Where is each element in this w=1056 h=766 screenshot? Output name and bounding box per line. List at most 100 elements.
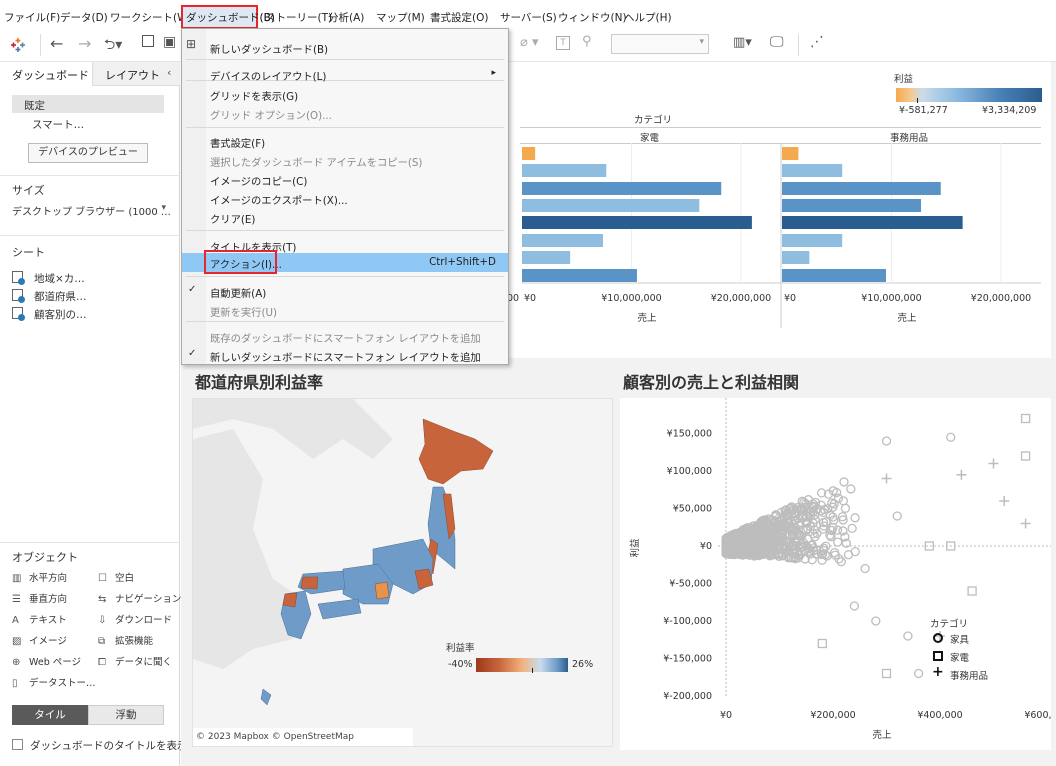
device-smartphone-item[interactable]: スマート… xyxy=(32,117,84,132)
fit-dropdown[interactable]: ▾ xyxy=(611,34,709,54)
object-label: Web ページ xyxy=(26,657,82,668)
scatter-point xyxy=(847,523,857,534)
object-icon: ▨ xyxy=(12,636,22,647)
object-item[interactable]: ⧠ データに聞く xyxy=(98,654,172,668)
sheet-item[interactable]: 顧客別の… xyxy=(12,307,162,323)
check-badge-icon xyxy=(18,278,25,285)
presentation-icon[interactable]: 🖵 xyxy=(770,34,784,50)
share-icon[interactable]: ⋰ xyxy=(810,34,824,50)
object-item[interactable]: ⧉ 拡張機能 xyxy=(98,633,153,647)
menu-item-label: 書式設定(F) xyxy=(210,138,266,150)
scatter-point xyxy=(871,616,881,626)
show-me-icon[interactable]: ▥▾ xyxy=(733,35,752,50)
tab-dashboard[interactable]: ダッシュボード xyxy=(0,62,92,86)
profit-legend-max: ¥3,334,209 xyxy=(982,105,1037,116)
tableau-logo-icon[interactable] xyxy=(10,37,26,53)
device-preview-button[interactable]: デバイスのプレビュー xyxy=(28,143,148,163)
object-item[interactable]: ⇆ ナビゲーション xyxy=(98,591,181,605)
menu-help[interactable]: ヘルプ(H) xyxy=(624,10,672,25)
legend-office: 事務用品 xyxy=(950,671,989,682)
save-icon[interactable] xyxy=(142,35,154,47)
show-title-checkbox[interactable]: ダッシュボードのタイトルを表示 xyxy=(12,737,188,753)
tab-dashboard-label: ダッシュボード xyxy=(12,69,89,82)
scatter-legend-item[interactable]: + 事務用品 xyxy=(932,664,1012,682)
y-tick-label: ¥-100,000 xyxy=(663,616,712,627)
menu-item[interactable]: デバイスのレイアウト(L) ▸ xyxy=(182,65,508,84)
x-tick-label: ¥0 xyxy=(784,293,796,304)
x-tick-label: ¥0 xyxy=(524,293,536,304)
object-item[interactable]: ▥ 水平方向 xyxy=(12,570,67,584)
add-datasource-icon[interactable]: ▣ xyxy=(163,34,176,50)
object-item[interactable]: ☐ 空白 xyxy=(98,570,134,584)
pin-icon[interactable]: ⚲ xyxy=(582,34,592,49)
menu-item[interactable]: 新しいダッシュボードにスマートフォン レイアウトを追加 ✓ xyxy=(182,346,508,365)
menu-worksheet[interactable]: ワークシート(W) xyxy=(110,10,192,25)
profit-rate-legend-title: 利益率 xyxy=(446,643,475,654)
x-axis-label: 売上 xyxy=(897,312,917,324)
redo-icon[interactable]: ⮌▾ xyxy=(104,34,122,58)
size-section-title: サイズ xyxy=(12,184,45,197)
menu-format[interactable]: 書式設定(O) xyxy=(430,10,488,25)
checkbox-box xyxy=(12,739,23,750)
checkmark-icon: ✓ xyxy=(188,284,197,295)
map-sheet[interactable] xyxy=(192,398,613,747)
menu-server[interactable]: サーバー(S) xyxy=(500,10,557,25)
menu-item[interactable]: 新しいダッシュボード(B) ⊞ xyxy=(182,37,508,57)
x-axis-label: 売上 xyxy=(872,729,892,741)
float-button-label: 浮動 xyxy=(115,709,137,721)
scatter-point xyxy=(892,511,902,521)
sheet-item[interactable]: 地域×カ… xyxy=(12,271,162,287)
y-axis-label: 利益 xyxy=(629,538,641,558)
panel-divider xyxy=(0,175,180,176)
menu-analysis[interactable]: 分析(A) xyxy=(328,10,364,25)
float-button[interactable]: 浮動 xyxy=(88,705,164,725)
menu-item-shortcut: Ctrl+Shift+D xyxy=(429,256,496,268)
scatter-point xyxy=(838,496,849,506)
menu-story[interactable]: ストーリー(T) xyxy=(265,10,332,25)
bar xyxy=(522,269,637,282)
menu-item[interactable]: 自動更新(A) ✓ xyxy=(182,282,508,301)
annotate-icon[interactable]: ⌀ ▾ xyxy=(520,35,538,50)
collapse-icon[interactable]: ‹ xyxy=(167,66,171,79)
object-label: 空白 xyxy=(112,573,135,584)
object-icon: ⊕ xyxy=(12,657,21,668)
menu-window[interactable]: ウィンドウ(N) xyxy=(558,10,627,25)
object-item[interactable]: ▨ イメージ xyxy=(12,633,67,647)
square-marker-icon xyxy=(933,651,943,661)
menu-item[interactable]: グリッドを表示(G) xyxy=(182,85,508,104)
x-tick-label: ¥400,000 xyxy=(917,710,962,721)
menu-item[interactable]: クリア(E) xyxy=(182,208,508,227)
menu-item[interactable]: イメージのコピー(C) xyxy=(182,170,508,189)
menu-item[interactable]: イメージのエクスポート(X)... xyxy=(182,189,508,208)
sheet-item[interactable]: 都道府県… xyxy=(12,289,162,305)
panel-divider xyxy=(0,235,180,236)
menu-item-label: クリア(E) xyxy=(210,214,256,226)
x-axis-label: 売上 xyxy=(637,312,657,324)
object-item[interactable]: ⊕ Web ページ xyxy=(12,654,81,668)
menu-separator xyxy=(186,276,504,277)
back-arrow-icon[interactable]: ← xyxy=(50,34,63,53)
size-dropdown[interactable]: デスクトップ ブラウザー (1000 … ▾ xyxy=(12,202,171,218)
panel-header-office: 事務用品 xyxy=(890,133,929,144)
object-item[interactable]: ⇩ ダウンロード xyxy=(98,612,172,626)
object-icon: ☰ xyxy=(12,594,21,605)
menu-data[interactable]: データ(D) xyxy=(60,10,108,25)
text-tool-icon[interactable]: T xyxy=(556,36,570,50)
object-item[interactable]: ▯ データストー… xyxy=(12,675,96,689)
forward-arrow-icon[interactable]: → xyxy=(78,34,91,53)
tile-button[interactable]: タイル xyxy=(12,705,88,725)
menu-item[interactable]: 書式設定(F) xyxy=(182,132,508,151)
scatter-legend-item[interactable]: 家具 xyxy=(932,631,1012,646)
device-default-item[interactable]: 既定 xyxy=(12,95,164,113)
scatter-point xyxy=(849,601,860,611)
menu-file[interactable]: ファイル(F) xyxy=(4,10,60,25)
object-icon: ⧉ xyxy=(98,636,106,647)
object-item[interactable]: ☰ 垂直方向 xyxy=(12,591,67,605)
menu-dashboard-label-active[interactable]: ダッシュボード(B) xyxy=(186,10,275,25)
menu-map[interactable]: マップ(M) xyxy=(376,10,425,25)
legend-zero-tick xyxy=(917,98,918,103)
tab-layout[interactable]: レイアウト ‹ xyxy=(92,62,180,86)
shikoku-region xyxy=(317,598,362,620)
scatter-legend-item[interactable]: 家電 xyxy=(932,649,1012,664)
object-item[interactable]: A テキスト xyxy=(12,612,67,626)
